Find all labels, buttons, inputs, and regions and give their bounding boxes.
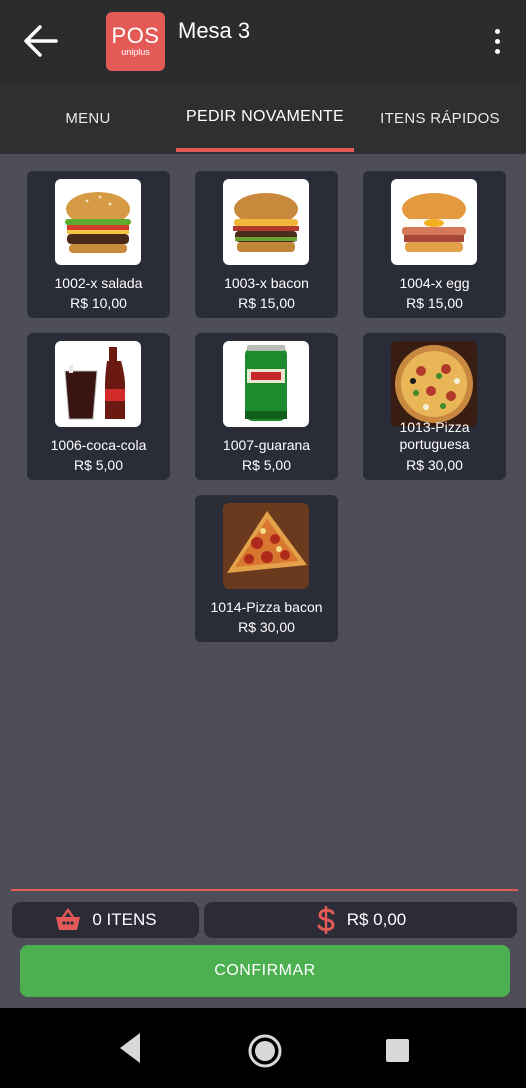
tab-pedir-novamente[interactable]: PEDIR NOVAMENTE: [176, 82, 354, 154]
product-name: 1007-guarana: [222, 437, 311, 453]
items-count-badge: 0 ITENS: [12, 902, 199, 938]
product-price: R$ 10,00: [70, 295, 127, 311]
more-options-button[interactable]: [484, 24, 510, 58]
product-name: 1003-x bacon: [224, 275, 309, 291]
confirm-button[interactable]: CONFIRMAR: [20, 945, 510, 997]
product-price: R$ 15,00: [406, 295, 463, 311]
back-button[interactable]: [18, 18, 64, 64]
product-image: [391, 179, 477, 265]
product-name: 1013-Pizza portuguesa: [399, 419, 470, 452]
product-price: R$ 5,00: [73, 457, 124, 473]
total-badge: R$ 0,00: [204, 902, 517, 938]
product-image: [223, 341, 309, 427]
product-price: R$ 30,00: [238, 619, 295, 635]
product-image: [55, 179, 141, 265]
product-card[interactable]: 1004-x egg R$ 15,00: [363, 171, 506, 318]
tab-itens-rapidos[interactable]: ITENS RÁPIDOS: [354, 82, 526, 154]
product-name: 1006-coca-cola: [50, 437, 147, 453]
arrow-left-icon: [24, 25, 58, 57]
product-card[interactable]: 1002-x salada R$ 10,00: [27, 171, 170, 318]
product-image: [55, 341, 141, 427]
total-label: R$ 0,00: [346, 910, 407, 929]
dollar-icon: [315, 905, 337, 935]
product-image: [223, 179, 309, 265]
nav-back-icon[interactable]: [116, 1031, 146, 1065]
product-card[interactable]: 1014-Pizza bacon R$ 30,00: [195, 495, 338, 642]
page-title: Mesa 3: [178, 18, 251, 43]
product-price: R$ 15,00: [238, 295, 295, 311]
app-logo: POS uniplus: [106, 12, 165, 71]
summary-divider: [11, 889, 518, 891]
product-image: [391, 341, 477, 427]
logo-main-text: POS: [111, 23, 160, 48]
tab-bar: MENU PEDIR NOVAMENTE ITENS RÁPIDOS: [0, 82, 526, 154]
active-tab-indicator: [176, 148, 354, 152]
nav-recents-icon[interactable]: [386, 1039, 409, 1062]
more-vertical-icon: [494, 28, 500, 34]
product-name: 1002-x salada: [54, 275, 143, 291]
product-card[interactable]: 1003-x bacon R$ 15,00: [195, 171, 338, 318]
product-card[interactable]: 1006-coca-cola R$ 5,00: [27, 333, 170, 480]
nav-home-icon[interactable]: [247, 1033, 283, 1069]
product-card[interactable]: 1013-Pizza portuguesa R$ 30,00: [363, 333, 506, 480]
items-count-label: 0 ITENS: [92, 910, 157, 929]
product-name: 1014-Pizza bacon: [210, 599, 323, 615]
logo-sub-text: uniplus: [121, 47, 150, 57]
system-nav-bar: [0, 1008, 526, 1088]
app-bar: POS uniplus Mesa 3: [0, 0, 526, 82]
product-price: R$ 5,00: [241, 457, 292, 473]
product-price: R$ 30,00: [406, 457, 463, 473]
product-card[interactable]: 1007-guarana R$ 5,00: [195, 333, 338, 480]
product-image: [223, 503, 309, 589]
tab-menu[interactable]: MENU: [0, 82, 176, 154]
basket-icon: [54, 908, 82, 932]
product-name: 1004-x egg: [399, 275, 470, 291]
